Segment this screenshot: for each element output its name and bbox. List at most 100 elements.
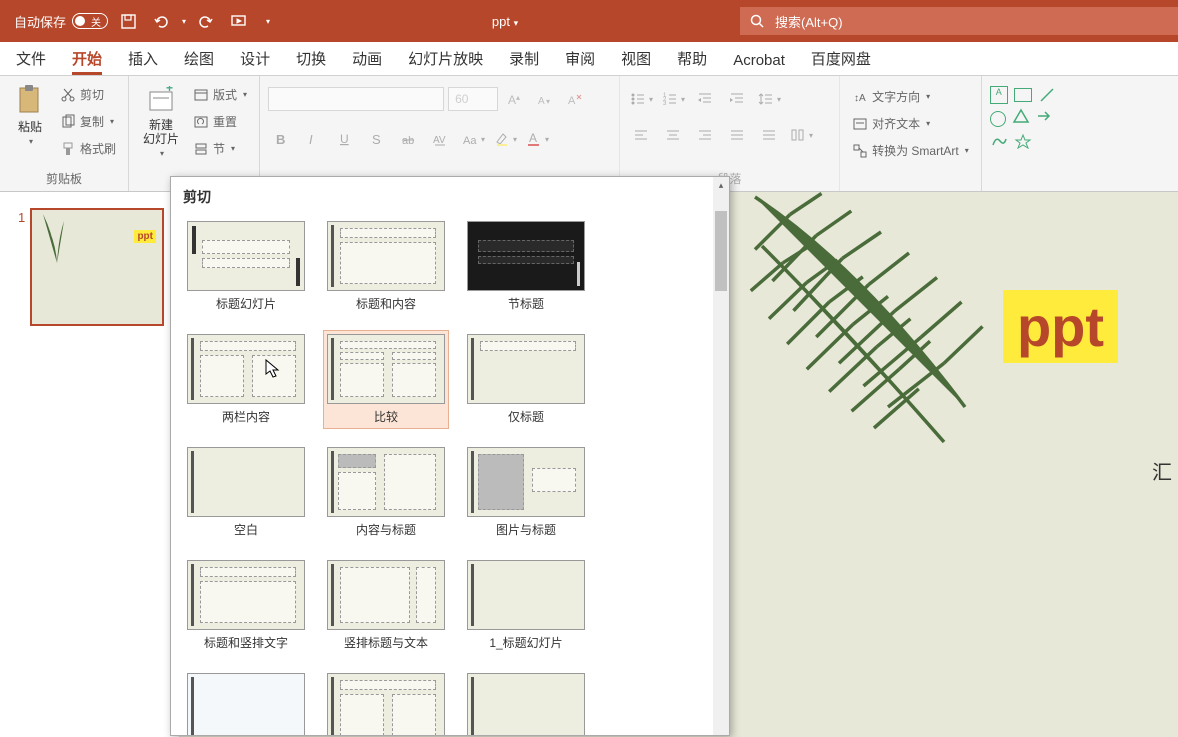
bold-button[interactable]: B xyxy=(268,126,294,152)
autosave-label: 自动保存 xyxy=(14,12,66,31)
shape-rect-icon[interactable] xyxy=(1014,88,1032,102)
tab-design[interactable]: 设计 xyxy=(240,48,270,75)
reset-icon xyxy=(193,114,209,130)
underline-button[interactable]: U xyxy=(332,126,358,152)
align-text-button[interactable]: 对齐文本▾ xyxy=(848,113,973,134)
reset-button[interactable]: 重置 xyxy=(189,111,251,132)
layout-picture-caption[interactable]: 图片与标题 xyxy=(463,443,589,542)
search-icon xyxy=(750,14,765,29)
layout-title-slide[interactable]: 标题幻灯片 xyxy=(183,217,309,316)
layout-two-content[interactable]: 两栏内容 xyxy=(183,330,309,429)
shape-star-icon[interactable] xyxy=(1014,133,1032,154)
tab-help[interactable]: 帮助 xyxy=(677,48,707,75)
new-slide-layout-gallery: 剪切 标题幻灯片 标题和内容 节标题 两栏内容 比较 仅标题 xyxy=(170,176,730,736)
new-slide-button[interactable]: + 新建 幻灯片 ▾ xyxy=(137,80,185,162)
clear-formatting-button[interactable]: A xyxy=(562,86,588,112)
increase-indent-button[interactable] xyxy=(724,86,750,112)
layout-comparison[interactable]: 比较 xyxy=(323,330,449,429)
layout-3-title-slide[interactable]: 3_标题幻灯片 xyxy=(183,669,309,736)
align-left-button[interactable] xyxy=(628,122,654,148)
numbering-button[interactable]: 123▾ xyxy=(660,86,686,112)
change-case-button[interactable]: Aa▾ xyxy=(460,126,486,152)
redo-button[interactable] xyxy=(194,9,218,33)
format-painter-button[interactable]: 格式刷 xyxy=(56,138,120,159)
section-icon xyxy=(193,141,209,157)
layout-title-only[interactable]: 仅标题 xyxy=(463,330,589,429)
shape-textbox-icon[interactable]: A xyxy=(990,86,1008,104)
italic-button[interactable]: I xyxy=(300,126,326,152)
tab-file[interactable]: 文件 xyxy=(16,48,46,75)
justify-button[interactable] xyxy=(724,122,750,148)
layout-1-two-content[interactable]: 1_两栏内容 xyxy=(323,669,449,736)
thumb-badge: ppt xyxy=(134,230,156,243)
text-direction-button[interactable]: ↕A 文字方向▾ xyxy=(848,86,973,107)
scroll-up-icon[interactable]: ▴ xyxy=(713,177,729,193)
svg-text:▾: ▾ xyxy=(546,97,550,106)
font-name-combo[interactable] xyxy=(268,87,444,111)
smartart-button[interactable]: 转换为 SmartArt▾ xyxy=(848,140,973,161)
paintbrush-icon xyxy=(60,141,76,157)
shape-freeform-icon[interactable] xyxy=(990,133,1008,154)
distribute-button[interactable] xyxy=(756,122,782,148)
search-box[interactable]: 搜索(Alt+Q) xyxy=(740,7,1178,35)
tab-draw[interactable]: 绘图 xyxy=(184,48,214,75)
svg-text:S: S xyxy=(372,132,381,147)
gallery-scrollbar[interactable]: ▴ xyxy=(713,177,729,735)
layout-section-header[interactable]: 节标题 xyxy=(463,217,589,316)
svg-text:B: B xyxy=(276,132,285,147)
shadow-button[interactable]: S xyxy=(364,126,390,152)
shape-triangle-icon[interactable] xyxy=(1012,108,1030,129)
tab-review[interactable]: 审阅 xyxy=(565,48,595,75)
layout-blank[interactable]: 空白 xyxy=(183,443,309,542)
present-from-start-button[interactable] xyxy=(226,9,250,33)
svg-text:A: A xyxy=(568,95,576,107)
decrease-indent-button[interactable] xyxy=(692,86,718,112)
shape-line-icon[interactable] xyxy=(1038,86,1056,104)
char-spacing-button[interactable]: AV xyxy=(428,126,454,152)
tab-insert[interactable]: 插入 xyxy=(128,48,158,75)
tab-transitions[interactable]: 切换 xyxy=(296,48,326,75)
tab-animations[interactable]: 动画 xyxy=(352,48,382,75)
paste-button[interactable]: 粘贴 ▾ xyxy=(8,80,52,150)
undo-button[interactable] xyxy=(148,9,172,33)
fern-icon xyxy=(30,208,92,270)
tab-slideshow[interactable]: 幻灯片放映 xyxy=(408,48,483,75)
tab-record[interactable]: 录制 xyxy=(509,48,539,75)
save-button[interactable] xyxy=(116,9,140,33)
align-center-button[interactable] xyxy=(660,122,686,148)
copy-button[interactable]: 复制 ▾ xyxy=(56,111,120,132)
shape-circle-icon[interactable] xyxy=(990,111,1006,127)
tab-baidu[interactable]: 百度网盘 xyxy=(811,48,871,75)
undo-dropdown[interactable]: ▾ xyxy=(182,17,186,26)
align-right-button[interactable] xyxy=(692,122,718,148)
font-size-combo[interactable]: 60 xyxy=(448,87,498,111)
line-spacing-button[interactable]: ▾ xyxy=(756,86,782,112)
tab-acrobat[interactable]: Acrobat xyxy=(733,52,785,75)
cut-button[interactable]: 剪切 xyxy=(56,84,120,105)
increase-font-button[interactable]: A▴ xyxy=(502,86,528,112)
highlight-button[interactable]: ▾ xyxy=(492,126,518,152)
tab-home[interactable]: 开始 xyxy=(72,48,102,75)
bullets-button[interactable]: ▾ xyxy=(628,86,654,112)
decrease-font-button[interactable]: A▾ xyxy=(532,86,558,112)
layout-1-title-slide[interactable]: 1_标题幻灯片 xyxy=(463,556,589,655)
font-color-button[interactable]: A▾ xyxy=(524,126,550,152)
group-font: 60 A▴ A▾ A B I U S ab AV Aa▾ ▾ A▾ xyxy=(260,76,620,191)
scroll-thumb[interactable] xyxy=(715,211,727,291)
svg-text:+: + xyxy=(166,86,173,95)
layout-title-vertical[interactable]: 标题和竖排文字 xyxy=(183,556,309,655)
columns-button[interactable]: ▾ xyxy=(788,122,814,148)
strikethrough-button[interactable]: ab xyxy=(396,126,422,152)
layout-button[interactable]: 版式 ▾ xyxy=(189,84,251,105)
slide-number: 1 xyxy=(18,210,25,225)
autosave-toggle[interactable]: 自动保存 关 xyxy=(14,12,108,31)
slide-thumbnail-panel: 1 ppt xyxy=(0,192,180,737)
layout-vertical-title[interactable]: 竖排标题与文本 xyxy=(323,556,449,655)
layout-title-content[interactable]: 标题和内容 xyxy=(323,217,449,316)
slide-thumbnail-1[interactable]: ppt xyxy=(30,208,164,326)
shape-arrow-icon[interactable] xyxy=(1036,108,1054,129)
tab-view[interactable]: 视图 xyxy=(621,48,651,75)
layout-content-caption[interactable]: 内容与标题 xyxy=(323,443,449,542)
layout-extra-1[interactable] xyxy=(463,669,589,736)
section-button[interactable]: 节 ▾ xyxy=(189,138,251,159)
